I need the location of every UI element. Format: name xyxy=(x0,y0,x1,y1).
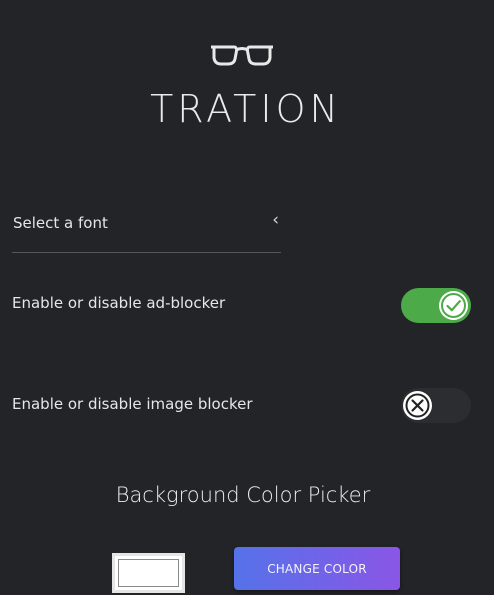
glasses-icon xyxy=(210,44,274,68)
check-icon xyxy=(441,293,466,318)
ad-blocker-toggle[interactable] xyxy=(401,288,471,323)
image-blocker-label: Enable or disable image blocker xyxy=(12,395,253,413)
close-icon xyxy=(405,393,430,418)
brand-name: TRATION xyxy=(150,87,342,131)
toggle-knob xyxy=(439,291,468,320)
change-color-button[interactable]: CHANGE COLOR xyxy=(234,547,400,590)
color-swatch[interactable] xyxy=(112,553,185,593)
chevron-left-icon: ‹ xyxy=(272,210,279,230)
font-select[interactable]: Select a font ‹ xyxy=(12,206,281,253)
font-select-label: Select a font xyxy=(13,214,108,232)
ad-blocker-label: Enable or disable ad-blocker xyxy=(12,294,226,312)
color-picker-title: Background Color Picker xyxy=(115,483,371,507)
toggle-knob xyxy=(403,391,432,420)
image-blocker-toggle[interactable] xyxy=(401,388,471,423)
